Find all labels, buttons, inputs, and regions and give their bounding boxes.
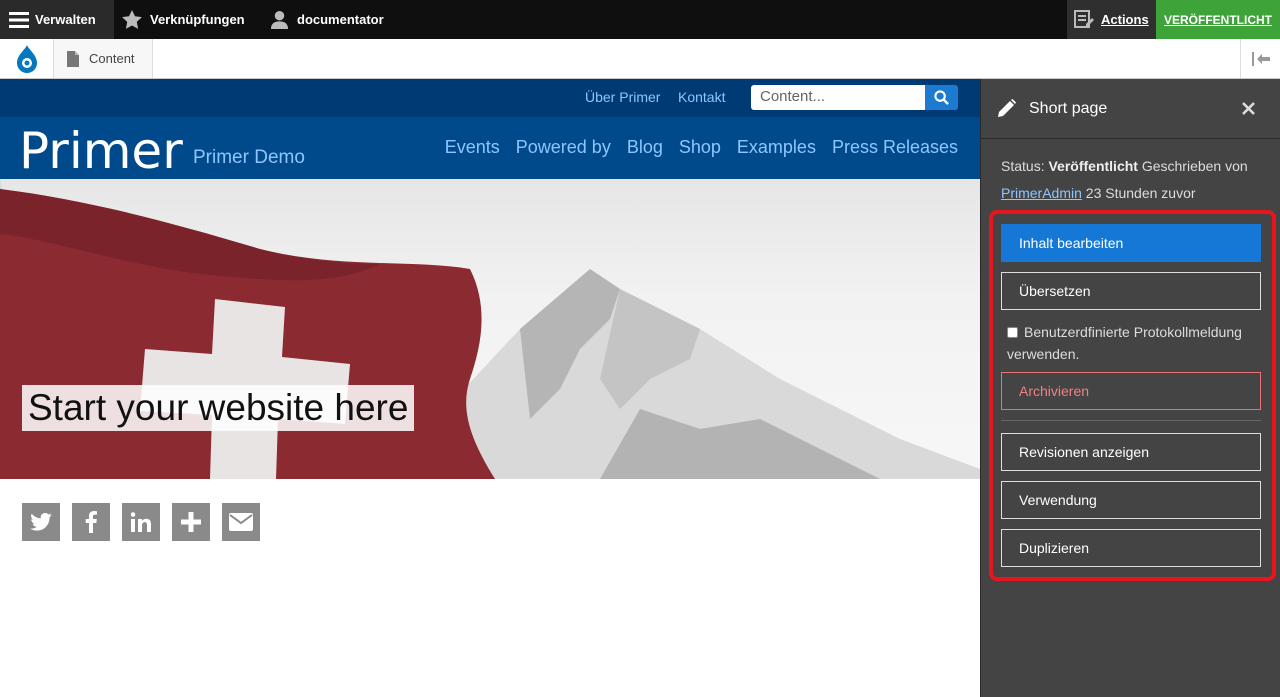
user-label: documentator xyxy=(297,12,384,27)
manage-label: Verwalten xyxy=(35,12,96,27)
twitter-share-button[interactable] xyxy=(22,503,60,541)
site-header: Primer Primer Demo Events Powered by Blo… xyxy=(0,117,980,181)
shortcuts-button[interactable]: Verknüpfungen xyxy=(122,0,245,39)
author-link[interactable]: PrimerAdmin xyxy=(1001,185,1082,201)
time-ago: 23 Stunden zuvor xyxy=(1085,185,1196,201)
drupal-logo[interactable] xyxy=(0,39,54,78)
admin-toolbar: Verwalten Verknüpfungen documentator Act… xyxy=(0,0,1280,39)
actions-button[interactable]: Actions xyxy=(1067,0,1156,39)
custom-log-label: Benutzerdfinierte Protokollmeldung verwe… xyxy=(1007,324,1242,362)
top-link-contact[interactable]: Kontakt xyxy=(678,89,725,105)
actions-icon xyxy=(1074,10,1094,28)
hero-image xyxy=(0,179,980,479)
usage-button[interactable]: Verwendung xyxy=(1001,481,1261,519)
shortcuts-label: Verknüpfungen xyxy=(150,12,245,27)
collapse-left-icon xyxy=(1251,51,1270,66)
status-label: Status: xyxy=(1001,158,1045,174)
collapse-tray-button[interactable] xyxy=(1240,39,1280,78)
main-navigation: Events Powered by Blog Shop Examples Pre… xyxy=(445,137,958,158)
search-button[interactable] xyxy=(925,85,958,110)
search-input[interactable]: Content... xyxy=(751,85,925,110)
facebook-share-button[interactable] xyxy=(72,503,110,541)
custom-log-option[interactable]: Benutzerdfinierte Protokollmeldung verwe… xyxy=(1007,321,1267,365)
search-icon xyxy=(934,90,949,105)
close-panel-button[interactable] xyxy=(1242,97,1255,119)
hamburger-icon xyxy=(9,11,29,28)
pencil-icon xyxy=(998,99,1016,117)
site-slogan: Primer Demo xyxy=(193,147,305,168)
close-icon xyxy=(1242,102,1255,115)
facebook-icon xyxy=(85,511,97,533)
duplicate-button[interactable]: Duplizieren xyxy=(1001,529,1261,567)
panel-header: Short page xyxy=(981,79,1280,139)
panel-divider xyxy=(1001,420,1261,421)
twitter-icon xyxy=(30,513,52,531)
document-icon xyxy=(67,50,79,67)
node-status: Status: Veröffentlicht Geschrieben von P… xyxy=(1001,153,1271,207)
envelope-icon xyxy=(229,513,253,531)
edit-content-button[interactable]: Inhalt bearbeiten xyxy=(1001,224,1261,262)
offcanvas-panel: Short page Status: Veröffentlicht Geschr… xyxy=(980,79,1280,697)
site-name[interactable]: Primer xyxy=(19,121,183,181)
panel-title: Short page xyxy=(1029,100,1108,117)
plus-icon xyxy=(181,512,201,532)
actions-label: Actions xyxy=(1101,12,1149,27)
linkedin-share-button[interactable] xyxy=(122,503,160,541)
translate-button[interactable]: Übersetzen xyxy=(1001,272,1261,310)
hero-banner: Start your website here xyxy=(0,179,980,479)
nav-item-blog[interactable]: Blog xyxy=(627,137,663,158)
star-icon xyxy=(122,10,142,29)
nav-item-examples[interactable]: Examples xyxy=(737,137,816,158)
more-share-button[interactable] xyxy=(172,503,210,541)
status-value: Veröffentlicht xyxy=(1048,158,1138,174)
nav-item-shop[interactable]: Shop xyxy=(679,137,721,158)
linkedin-icon xyxy=(131,512,151,532)
site-top-bar: Über Primer Kontakt Content... xyxy=(0,79,980,117)
content-label: Content xyxy=(89,51,135,66)
custom-log-checkbox[interactable] xyxy=(1007,327,1018,338)
hero-title: Start your website here xyxy=(22,385,415,431)
nav-item-press-releases[interactable]: Press Releases xyxy=(832,137,958,158)
published-label: VERÖFFENTLICHT xyxy=(1164,12,1272,27)
social-share-bar xyxy=(22,503,260,541)
user-button[interactable]: documentator xyxy=(270,0,384,39)
archive-button[interactable]: Archivieren xyxy=(1001,372,1261,410)
nav-item-events[interactable]: Events xyxy=(445,137,500,158)
email-share-button[interactable] xyxy=(222,503,260,541)
user-icon xyxy=(270,10,289,29)
top-link-about[interactable]: Über Primer xyxy=(585,89,660,105)
published-button[interactable]: VERÖFFENTLICHT xyxy=(1156,0,1280,39)
content-link[interactable]: Content xyxy=(54,39,153,78)
written-by-label: Geschrieben von xyxy=(1141,158,1248,174)
manage-button[interactable]: Verwalten xyxy=(0,0,114,39)
nav-item-powered-by[interactable]: Powered by xyxy=(516,137,611,158)
toolbar-tray: Content xyxy=(0,39,1280,79)
drupal-drop-icon xyxy=(16,44,37,73)
show-revisions-button[interactable]: Revisionen anzeigen xyxy=(1001,433,1261,471)
